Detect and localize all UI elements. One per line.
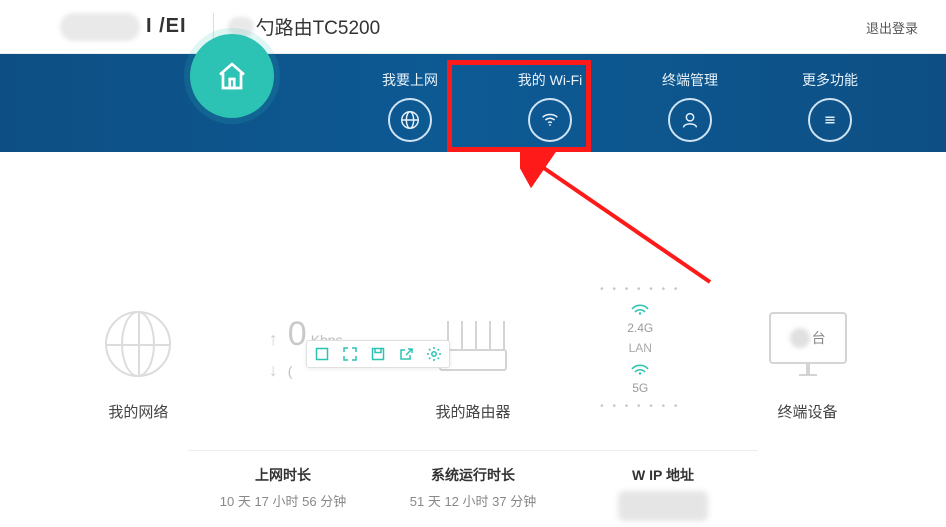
info-row: 上网时长 10 天 17 小时 56 分钟 系统运行时长 51 天 12 小时 … — [0, 432, 946, 512]
tool-fullscreen-icon[interactable] — [341, 345, 359, 363]
info-sys-title: 系统运行时长 — [378, 465, 568, 485]
logout-link[interactable]: 退出登录 — [866, 18, 918, 37]
card-wifi-bands: • • • • • • • 2.4G LAN 5G • • • • • • • — [571, 305, 709, 422]
band-24-label: 2.4G — [627, 321, 653, 335]
nav-wifi-label: 我的 Wi-Fi — [518, 70, 583, 90]
tool-rect-icon[interactable] — [313, 345, 331, 363]
dashboard: 我的网络 ↑ 0 Kbps ↓ ( 我的路由器 — [0, 152, 946, 432]
device-unit: 台 — [812, 328, 826, 348]
nav-wifi[interactable]: 我的 Wi-Fi — [480, 68, 620, 142]
info-sys-value: 51 天 12 小时 37 分钟 — [378, 491, 568, 510]
tool-settings-icon[interactable] — [425, 345, 443, 363]
user-icon — [668, 98, 712, 142]
card-devices: 台 终端设备 — [709, 301, 906, 422]
info-sys-uptime: 系统运行时长 51 天 12 小时 37 分钟 — [378, 450, 568, 512]
info-ip: W IP 地址 — [568, 450, 758, 512]
screenshot-toolbar — [306, 340, 450, 368]
nav-internet[interactable]: 我要上网 — [340, 68, 480, 142]
info-online-uptime: 上网时长 10 天 17 小时 56 分钟 — [188, 450, 378, 512]
nav-devices-label: 终端管理 — [662, 70, 718, 90]
card-network: 我的网络 — [40, 301, 237, 422]
home-icon-bubble[interactable] — [190, 34, 274, 118]
brand-logo-blur — [60, 13, 140, 41]
network-globe-icon — [105, 311, 171, 377]
more-icon — [808, 98, 852, 142]
band-5-label: 5G — [632, 381, 648, 395]
card-router-label: 我的路由器 — [435, 401, 510, 422]
nav-devices[interactable]: 终端管理 — [620, 68, 760, 142]
monitor-icon: 台 — [769, 312, 847, 376]
download-speed-partial: ( — [288, 363, 293, 379]
info-ip-blur — [618, 491, 708, 521]
device-count-blur — [790, 328, 810, 348]
upload-speed-value: 0 — [288, 315, 307, 354]
lan-label: LAN — [629, 341, 652, 355]
upload-arrow-icon: ↑ — [269, 329, 278, 350]
tool-save-icon[interactable] — [369, 345, 387, 363]
download-arrow-icon: ↓ — [269, 360, 278, 381]
dots-top: • • • • • • • — [600, 284, 680, 295]
nav-more-label: 更多功能 — [802, 70, 858, 90]
nav-internet-label: 我要上网 — [382, 70, 438, 90]
top-bar: I /EI 勺路由TC5200 退出登录 — [0, 0, 946, 54]
wifi-icon — [528, 98, 572, 142]
nav-more[interactable]: 更多功能 — [760, 68, 900, 142]
wifi-arc-24-icon — [630, 301, 650, 315]
model-name: 勺路由TC5200 — [256, 13, 381, 40]
tool-share-icon[interactable] — [397, 345, 415, 363]
brand-text: I /EI — [146, 15, 187, 38]
card-network-label: 我的网络 — [108, 401, 168, 422]
info-online-title: 上网时长 — [188, 465, 378, 485]
divider — [213, 13, 214, 41]
globe-icon — [388, 98, 432, 142]
nav-band: 主页 我要上网 我的 Wi-Fi 终端管理 — [0, 54, 946, 152]
info-ip-title: W IP 地址 — [568, 465, 758, 485]
wifi-arc-5-icon — [630, 361, 650, 375]
card-devices-label: 终端设备 — [778, 401, 838, 422]
info-online-value: 10 天 17 小时 56 分钟 — [188, 491, 378, 510]
